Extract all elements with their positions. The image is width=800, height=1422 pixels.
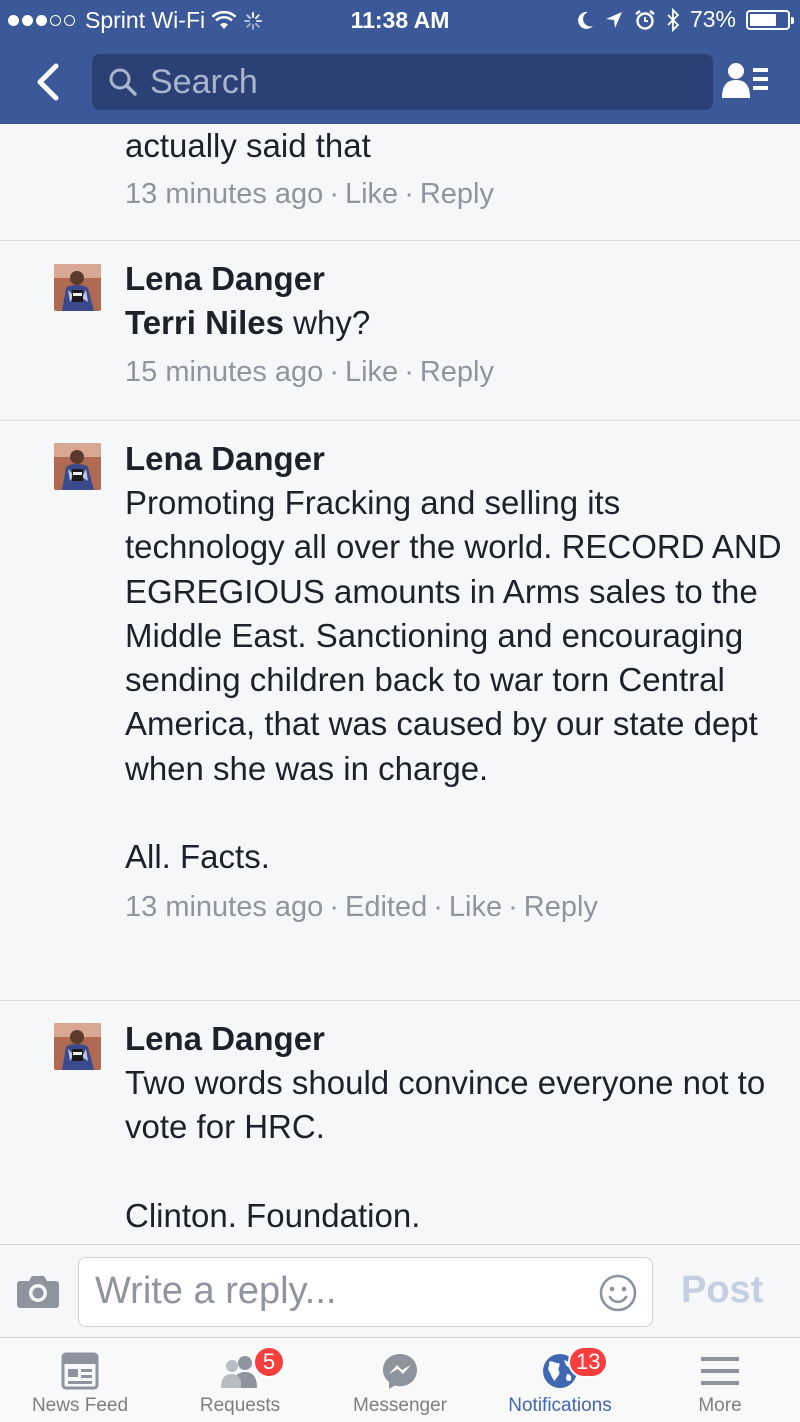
battery-level xyxy=(750,13,776,26)
camera-icon xyxy=(17,1276,59,1308)
comment-text: Two words should convince everyone not t… xyxy=(125,1064,766,1234)
post-button[interactable]: Post xyxy=(681,1269,763,1312)
edited-label[interactable]: Edited xyxy=(345,891,427,923)
reply-link[interactable]: Reply xyxy=(420,356,494,388)
comment-timestamp: 15 minutes ago xyxy=(125,356,324,389)
menu-icon xyxy=(701,1357,739,1385)
comment-text: Terri Niles why? xyxy=(125,301,782,345)
search-icon xyxy=(109,68,137,96)
chevron-left-icon xyxy=(37,63,59,101)
reply-link[interactable]: Reply xyxy=(420,178,494,210)
friends-list-button[interactable] xyxy=(722,60,770,104)
messenger-icon xyxy=(383,1354,417,1389)
comment-thread[interactable]: actually said that 13 minutes ago · Like · R… xyxy=(0,124,800,1244)
tab-label: More xyxy=(698,1395,742,1416)
tab-news-feed[interactable]: News Feed xyxy=(0,1338,160,1422)
back-button[interactable] xyxy=(28,60,72,104)
reply-link[interactable]: Reply xyxy=(524,891,598,923)
notifications-badge: 13 xyxy=(568,1346,609,1378)
tab-more[interactable]: More xyxy=(640,1338,800,1422)
comment-timestamp: 13 minutes ago xyxy=(125,890,324,923)
tab-messenger[interactable]: Messenger xyxy=(320,1338,480,1422)
comment-timestamp: 13 minutes ago xyxy=(125,178,324,210)
status-bar: Sprint Wi-Fi 11:38 AM 73% xyxy=(0,0,800,40)
top-nav-bar: Search xyxy=(0,40,800,124)
tab-notifications[interactable]: 13 Notifications xyxy=(480,1338,640,1422)
requests-badge: 5 xyxy=(253,1346,285,1378)
bottom-tab-bar: News Feed 5 Requests Messenger 13 Notifi… xyxy=(0,1337,800,1422)
battery-percent: 73% xyxy=(689,6,736,32)
comment-item: actually said that 13 minutes ago · Like · R… xyxy=(0,124,800,241)
tab-label: Requests xyxy=(199,1395,281,1416)
news-feed-icon xyxy=(61,1352,99,1390)
tab-label: News Feed xyxy=(31,1395,129,1416)
comment-item: Lena Danger Terri Niles why? 15 minutes … xyxy=(0,241,800,421)
avatar[interactable] xyxy=(54,264,101,311)
alarm-icon xyxy=(635,9,655,30)
comment-meta: 13 minutes ago · Like · Reply xyxy=(125,178,495,210)
battery-icon xyxy=(746,9,794,30)
search-placeholder: Search xyxy=(150,62,258,101)
bluetooth-icon xyxy=(667,7,680,32)
comment-body: why? xyxy=(293,304,371,341)
tab-label: Notifications xyxy=(508,1395,612,1416)
reply-input[interactable]: Write a reply... xyxy=(78,1257,653,1327)
friends-list-icon xyxy=(722,63,768,98)
like-link[interactable]: Like xyxy=(345,178,398,210)
comment-author[interactable]: Lena Danger xyxy=(125,1017,782,1061)
location-arrow-icon xyxy=(605,11,622,28)
tab-requests[interactable]: 5 Requests xyxy=(160,1338,320,1422)
emoji-button[interactable] xyxy=(598,1273,638,1313)
avatar[interactable] xyxy=(54,1023,101,1070)
mention-link[interactable]: Terri Niles xyxy=(125,304,284,341)
comment-text: Promoting Fracking and selling its techn… xyxy=(125,484,782,876)
tab-label: Messenger xyxy=(353,1395,447,1416)
smiley-icon xyxy=(599,1274,637,1312)
reply-placeholder: Write a reply... xyxy=(95,1270,337,1312)
comment-author[interactable]: Lena Danger xyxy=(125,437,782,481)
comment-text: actually said that xyxy=(125,127,371,164)
comment-item: Lena Danger Two words should convince ev… xyxy=(0,1001,800,1244)
reply-composer: Write a reply... Post xyxy=(0,1244,800,1337)
camera-button[interactable] xyxy=(16,1273,60,1311)
comment-meta: 15 minutes ago · Like · Reply xyxy=(125,356,495,389)
avatar[interactable] xyxy=(54,443,101,490)
comment-meta: 13 minutes ago · Edited · Like · Reply xyxy=(125,890,598,923)
like-link[interactable]: Like xyxy=(449,891,502,923)
moon-icon xyxy=(578,11,593,29)
status-icons: 73% xyxy=(576,6,794,33)
like-link[interactable]: Like xyxy=(345,356,398,388)
comment-item: Lena Danger Promoting Fracking and selli… xyxy=(0,421,800,1001)
search-input[interactable]: Search xyxy=(92,54,713,110)
comment-author[interactable]: Lena Danger xyxy=(125,257,782,301)
